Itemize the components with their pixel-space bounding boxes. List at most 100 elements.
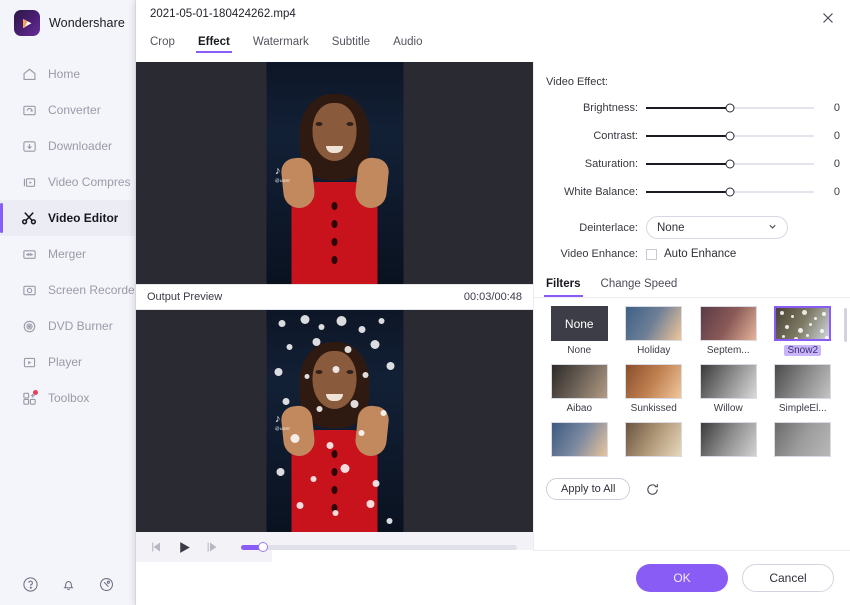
brightness-knob[interactable]: [725, 103, 735, 113]
figure-eye-right: [346, 370, 353, 374]
sidebar-item-merger[interactable]: Merger: [0, 236, 135, 272]
auto-enhance-checkbox[interactable]: [646, 248, 657, 260]
filter-name: Septem...: [706, 345, 750, 356]
step-back-icon[interactable]: [148, 539, 165, 556]
shirt-button: [331, 468, 338, 476]
filter-thumb-image: [700, 365, 756, 398]
dialog-title: 2021-05-01-180424262.mp4: [150, 8, 296, 20]
tiktok-handle: @user: [275, 426, 291, 431]
saturation-slider[interactable]: [646, 159, 814, 169]
deinterlace-select[interactable]: None: [646, 216, 788, 239]
tab-audio[interactable]: Audio: [393, 36, 422, 53]
filter-item-none[interactable]: None None: [546, 306, 613, 356]
figure-hand-right: [353, 156, 390, 210]
chevron-down-icon: [768, 222, 777, 234]
filter-thumbnail: [774, 364, 832, 399]
step-forward-icon[interactable]: [204, 539, 221, 556]
sidebar-item-label: Toolbox: [48, 391, 90, 405]
filters-tabs: Filters Change Speed: [534, 278, 850, 298]
tiktok-note-glyph: ♪: [275, 413, 281, 425]
filter-item-aibao[interactable]: Aibao: [546, 364, 613, 414]
filter-item-september[interactable]: Septem...: [695, 306, 762, 356]
filter-item-row3-4[interactable]: [770, 422, 837, 457]
filter-item-holiday[interactable]: Holiday: [621, 306, 688, 356]
sidebar-item-label: Video Compres: [48, 175, 131, 189]
deinterlace-label: Deinterlace:: [579, 221, 638, 234]
white-balance-slider[interactable]: [646, 187, 814, 197]
sidebar-item-downloader[interactable]: Downloader: [0, 128, 135, 164]
saturation-label: Saturation:: [584, 158, 638, 170]
sidebar-item-label: Player: [48, 355, 83, 369]
filter-thumb-image: [551, 423, 607, 456]
filter-thumb-none-text: None: [564, 316, 594, 331]
bell-icon[interactable]: [59, 575, 77, 593]
reset-icon[interactable]: [644, 481, 660, 497]
filter-item-row3-1[interactable]: [546, 422, 613, 457]
video-compressor-icon: [20, 173, 38, 191]
filters-grid-wrapper: None None Holiday Septem... Snow2 Aibao …: [534, 306, 850, 466]
brightness-slider[interactable]: [646, 103, 814, 113]
contrast-label: Contrast:: [593, 130, 638, 142]
sidebar-item-video-compressor[interactable]: Video Compres: [0, 164, 135, 200]
output-preview-player[interactable]: ♪ @user: [136, 310, 533, 532]
sidebar-item-screen-recorder[interactable]: Screen Recorde: [0, 272, 135, 308]
filter-item-sunkissed[interactable]: Sunkissed: [621, 364, 688, 414]
saturation-value: 0: [833, 158, 840, 170]
filters-scrollbar[interactable]: [844, 308, 847, 460]
sidebar-item-dvd-burner[interactable]: DVD Burner: [0, 308, 135, 344]
source-preview-player[interactable]: ♪ @user: [136, 62, 533, 284]
contrast-knob[interactable]: [725, 131, 735, 141]
tab-subtitle[interactable]: Subtitle: [332, 36, 370, 53]
play-icon[interactable]: [176, 539, 193, 556]
tab-change-speed[interactable]: Change Speed: [601, 278, 678, 297]
shirt-button: [331, 238, 338, 246]
filter-item-snow2[interactable]: Snow2: [770, 306, 837, 356]
filter-thumb-image: [700, 307, 756, 340]
seek-slider[interactable]: [241, 542, 517, 552]
tab-crop[interactable]: Crop: [150, 36, 175, 53]
sidebar-item-converter[interactable]: Converter: [0, 92, 135, 128]
seek-knob[interactable]: [258, 542, 269, 552]
filter-name: Willow: [713, 403, 743, 414]
apply-row: Apply to All: [534, 478, 850, 500]
brightness-value: 0: [833, 102, 840, 114]
tab-filters[interactable]: Filters: [544, 278, 583, 297]
filter-item-row3-2[interactable]: [621, 422, 688, 457]
cancel-button[interactable]: Cancel: [742, 564, 834, 592]
help-icon[interactable]: [21, 575, 39, 593]
filter-thumbnail: [699, 306, 757, 341]
video-effect-title: Video Effect:: [546, 76, 608, 88]
white-balance-value: 0: [833, 186, 840, 198]
filter-name: None: [567, 345, 592, 356]
contrast-fill: [646, 135, 730, 137]
contrast-slider[interactable]: [646, 131, 814, 141]
downloader-icon: [20, 137, 38, 155]
filters-scrollbar-thumb[interactable]: [844, 308, 847, 342]
output-preview-bar: Output Preview 00:03/00:48: [136, 284, 533, 310]
dialog-tabs: Crop Effect Watermark Subtitle Audio: [136, 36, 850, 60]
sidebar-item-label: Merger: [48, 247, 87, 261]
filter-thumbnail: [699, 364, 757, 399]
filter-thumbnail: [625, 306, 683, 341]
white-balance-knob[interactable]: [725, 187, 735, 197]
filter-item-simpleelegant[interactable]: SimpleEl...: [770, 364, 837, 414]
apply-to-all-button[interactable]: Apply to All: [546, 478, 631, 500]
saturation-knob[interactable]: [725, 159, 735, 169]
filter-item-willow[interactable]: Willow: [695, 364, 762, 414]
white-balance-fill: [646, 191, 730, 193]
tab-watermark[interactable]: Watermark: [253, 36, 309, 53]
sidebar-item-home[interactable]: Home: [0, 56, 135, 92]
sidebar-item-label: DVD Burner: [48, 319, 113, 333]
filter-item-row3-3[interactable]: [695, 422, 762, 457]
filter-thumb-image: [775, 365, 831, 398]
contrast-value: 0: [833, 130, 840, 142]
sidebar-item-video-editor[interactable]: Video Editor: [0, 200, 135, 236]
sidebar-item-toolbox[interactable]: Toolbox: [0, 380, 135, 416]
filter-thumbnail: [625, 422, 683, 457]
ok-button[interactable]: OK: [636, 564, 728, 592]
close-icon[interactable]: [816, 6, 840, 30]
converter-icon: [20, 101, 38, 119]
sidebar-item-player[interactable]: Player: [0, 344, 135, 380]
feedback-icon[interactable]: [97, 575, 115, 593]
tab-effect[interactable]: Effect: [195, 36, 232, 53]
